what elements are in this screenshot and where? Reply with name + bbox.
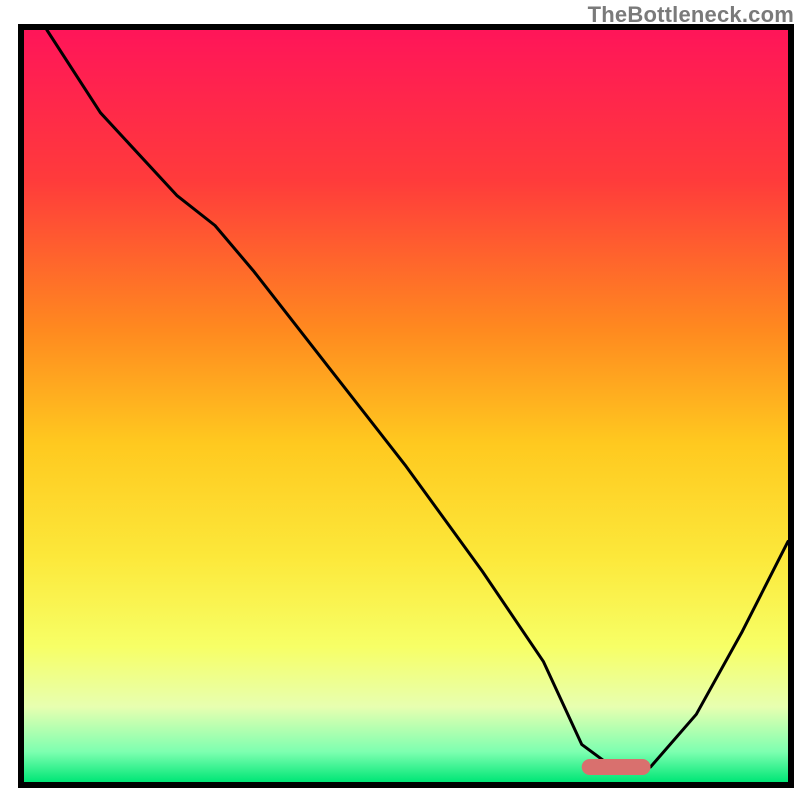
plot-background xyxy=(24,30,788,782)
chart-container: TheBottleneck.com xyxy=(0,0,800,800)
watermark-text: TheBottleneck.com xyxy=(588,2,794,28)
chart-svg xyxy=(0,0,800,800)
optimal-marker xyxy=(582,759,651,775)
